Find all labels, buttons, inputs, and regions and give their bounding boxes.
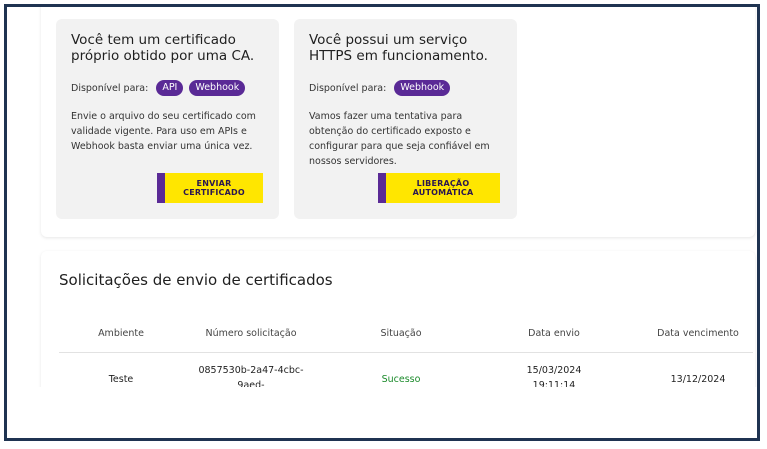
column-header-numero: Número solicitação — [205, 328, 297, 339]
page-viewport: Você tem um certificado próprio obtido p… — [7, 7, 757, 387]
cell-ambiente: Teste — [108, 374, 134, 385]
cell-situacao: Sucesso — [381, 374, 421, 385]
send-certificate-button[interactable]: ENVIAR CERTIFICADO — [157, 173, 263, 203]
numero-line-1: 0857530b-2a47-4cbc-9aed- — [198, 365, 304, 387]
card-title: Você tem um certificado próprio obtido p… — [71, 32, 255, 64]
section-title: Solicitações de envio de certificados — [59, 271, 333, 289]
automatic-release-button[interactable]: LIBERAÇÃO AUTOMÁTICA — [378, 173, 500, 203]
card-title: Você possui um serviço HTTPS em funciona… — [309, 32, 488, 64]
certificate-requests-section: Solicitações de envio de certificados Am… — [41, 251, 755, 387]
tag-webhook: Webhook — [394, 80, 451, 96]
column-header-data-vencimento: Data vencimento — [657, 328, 739, 339]
availability-row: Disponível para: Webhook — [309, 79, 451, 97]
cell-data-vencimento: 13/12/2024 — [670, 374, 726, 385]
data-envio-date: 15/03/2024 — [526, 365, 582, 376]
data-envio-time: 19:11:14 — [532, 380, 576, 387]
availability-label: Disponível para: — [71, 82, 149, 94]
card-description: Envie o arquivo do seu certificado com v… — [71, 111, 256, 152]
tag-api: API — [156, 80, 184, 96]
column-header-ambiente: Ambiente — [98, 328, 144, 339]
card-description: Vamos fazer uma tentativa para obtenção … — [309, 111, 490, 167]
https-service-card: Você possui um serviço HTTPS em funciona… — [294, 19, 517, 219]
own-certificate-card: Você tem um certificado próprio obtido p… — [56, 19, 279, 219]
screenshot-frame: Você tem um certificado próprio obtido p… — [4, 4, 760, 441]
column-header-data-envio: Data envio — [528, 328, 580, 339]
tag-webhook: Webhook — [189, 80, 246, 96]
availability-label: Disponível para: — [309, 82, 387, 94]
cell-numero: 0857530b-2a47-4cbc-9aed- bc059918699f — [186, 363, 316, 387]
header-divider — [59, 352, 753, 353]
certificate-options-section: Você tem um certificado próprio obtido p… — [41, 7, 755, 237]
cell-data-envio: 15/03/2024 19:11:14 — [514, 363, 594, 387]
column-header-situacao: Situação — [380, 328, 422, 339]
availability-row: Disponível para: API Webhook — [71, 79, 246, 97]
